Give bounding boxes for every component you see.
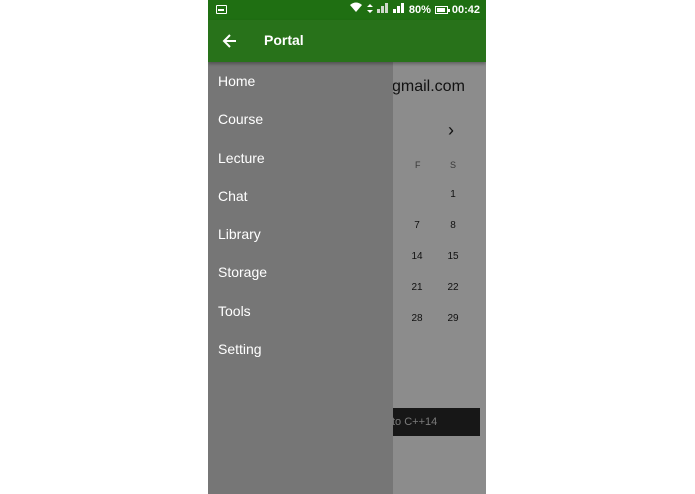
drawer-menu: Home Course Lecture Chat Library Storage… bbox=[208, 62, 393, 368]
phone-screen: 80% 00:42 gmail.com › F S 1 7 8 14 15 21… bbox=[208, 0, 486, 494]
signal-strength-icon bbox=[376, 0, 389, 20]
drawer-title: Portal bbox=[264, 32, 304, 48]
battery-icon bbox=[434, 6, 450, 14]
menu-item-course[interactable]: Course bbox=[208, 100, 393, 138]
signal-strength-2-icon bbox=[392, 0, 405, 20]
data-transfer-icon bbox=[366, 0, 373, 20]
notification-image-icon bbox=[216, 5, 227, 14]
menu-item-library[interactable]: Library bbox=[208, 215, 393, 253]
menu-item-lecture[interactable]: Lecture bbox=[208, 139, 393, 177]
menu-item-chat[interactable]: Chat bbox=[208, 177, 393, 215]
battery-percent: 80% bbox=[408, 4, 431, 16]
drawer-toolbar: Portal bbox=[208, 20, 486, 62]
menu-item-setting[interactable]: Setting bbox=[208, 330, 393, 368]
status-bar: 80% 00:42 bbox=[208, 0, 486, 20]
navigation-drawer: Portal Home Course Lecture Chat Library … bbox=[208, 20, 486, 494]
menu-item-storage[interactable]: Storage bbox=[208, 253, 393, 291]
arrow-left-icon[interactable] bbox=[220, 31, 240, 51]
clock: 00:42 bbox=[451, 4, 480, 16]
menu-item-home[interactable]: Home bbox=[208, 62, 393, 100]
menu-item-tools[interactable]: Tools bbox=[208, 292, 393, 330]
wifi-icon bbox=[349, 0, 363, 20]
